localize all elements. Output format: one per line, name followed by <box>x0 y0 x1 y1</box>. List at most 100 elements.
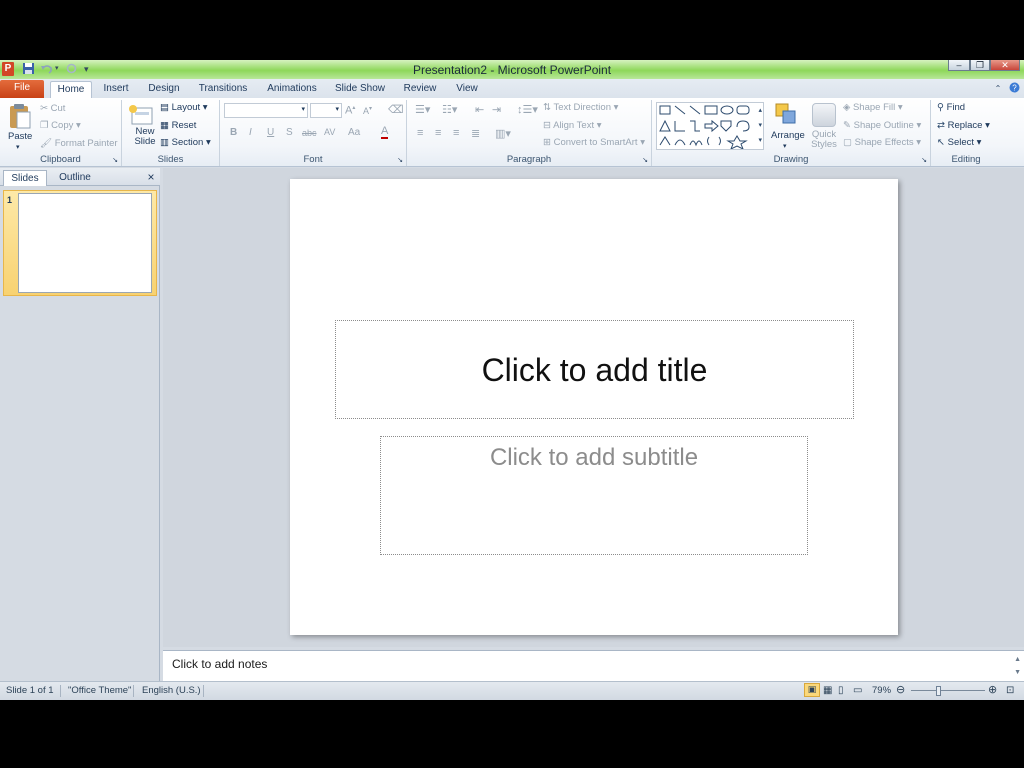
tab-review[interactable]: Review <box>399 81 441 98</box>
layout-button[interactable]: ▤ Layout ▾ <box>160 102 208 113</box>
language-status[interactable]: English (U.S.) <box>142 685 201 696</box>
align-left-icon[interactable]: ≡ <box>417 127 423 139</box>
tab-file[interactable]: File <box>0 80 44 98</box>
shrink-font-icon[interactable]: A▾ <box>363 105 372 116</box>
slide-show-view-icon[interactable]: ▭ <box>853 685 862 696</box>
layout-label: Layout <box>171 102 201 113</box>
line-spacing-icon[interactable]: ↕☰▾ <box>517 103 538 116</box>
arrange-dropdown-icon[interactable]: ▾ <box>783 142 787 150</box>
zoom-level[interactable]: 79% <box>872 685 891 696</box>
quick-styles-button[interactable]: Quick Styles <box>808 130 840 150</box>
font-size-dropdown-icon[interactable]: ▾ <box>335 105 339 113</box>
minimize-ribbon-icon[interactable]: ⌃ <box>992 81 1004 98</box>
notes-placeholder[interactable]: Click to add notes <box>172 657 267 671</box>
shape-fill-button[interactable]: ◈ Shape Fill ▾ <box>843 102 903 113</box>
section-button[interactable]: ▥ Section ▾ <box>160 137 211 148</box>
restore-button[interactable]: ❐ <box>970 60 990 71</box>
shape-fill-icon: ◈ <box>843 102 851 113</box>
zoom-slider-track[interactable] <box>911 690 985 691</box>
underline-button[interactable]: U <box>267 127 274 138</box>
increase-indent-icon[interactable]: ⇥ <box>492 103 501 116</box>
font-color-button[interactable]: A <box>381 126 389 139</box>
select-button[interactable]: ↖ Select ▾ <box>937 137 981 148</box>
columns-icon[interactable]: ▥▾ <box>495 127 511 140</box>
zoom-slider-thumb[interactable] <box>936 686 942 696</box>
font-name-dropdown-icon[interactable]: ▾ <box>301 105 305 113</box>
numbering-icon[interactable]: ☷▾ <box>442 103 457 116</box>
theme-status[interactable]: "Office Theme" <box>68 685 131 696</box>
tab-transitions[interactable]: Transitions <box>195 81 251 98</box>
slide-canvas[interactable]: Click to add title Click to add subtitle <box>290 179 898 635</box>
copy-button[interactable]: ❐ Copy ▾ <box>40 120 81 131</box>
minimize-button[interactable]: – <box>948 60 970 71</box>
shape-effects-button[interactable]: ▢ Shape Effects ▾ <box>843 137 921 148</box>
close-button[interactable]: ✕ <box>990 60 1020 71</box>
align-center-icon[interactable]: ≡ <box>435 127 441 139</box>
fit-to-window-icon[interactable]: ⊡ <box>1006 685 1014 696</box>
tab-outline-pane[interactable]: Outline <box>48 170 102 186</box>
grow-font-icon[interactable]: A▴ <box>345 104 355 117</box>
reading-view-icon[interactable]: ▯ <box>838 685 844 696</box>
slide-sorter-view-icon[interactable]: ▦ <box>823 685 832 696</box>
decrease-indent-icon[interactable]: ⇤ <box>475 103 484 116</box>
find-button[interactable]: ⚲ Find <box>937 102 965 113</box>
paste-button[interactable]: Paste <box>8 131 32 142</box>
powerpoint-window: P ▾ ▾ Presentation2 - Microsoft PowerPoi… <box>0 60 1024 700</box>
font-size-combo[interactable]: ▾ <box>310 103 342 118</box>
tab-animations[interactable]: Animations <box>262 81 322 98</box>
zoom-in-icon[interactable]: ⊕ <box>988 683 997 696</box>
tab-slide-show[interactable]: Slide Show <box>332 81 388 98</box>
replace-button[interactable]: ⇄ Replace ▾ <box>937 120 990 131</box>
status-separator <box>60 685 61 697</box>
notes-scrollbar[interactable]: ▲ ▼ <box>1014 653 1021 679</box>
slide-editing-area: Click to add title Click to add subtitle <box>163 168 1024 647</box>
close-pane-icon[interactable]: × <box>144 170 158 186</box>
convert-smartart-button[interactable]: ⊞ Convert to SmartArt ▾ <box>543 137 645 148</box>
arrange-button[interactable]: Arrange <box>771 130 805 141</box>
justify-icon[interactable]: ≣ <box>471 127 480 140</box>
tab-design[interactable]: Design <box>143 81 185 98</box>
arrange-icon[interactable] <box>774 102 800 131</box>
text-shadow-button[interactable]: S <box>286 127 293 138</box>
replace-label: Replace <box>947 120 983 131</box>
tab-slides-pane[interactable]: Slides <box>3 170 47 186</box>
shapes-gallery-scroll-icon[interactable]: ▴ ▾ ▾ <box>758 103 762 148</box>
strikethrough-button[interactable]: abc <box>302 128 317 138</box>
cut-button[interactable]: ✂ Cut <box>40 103 65 114</box>
tab-home[interactable]: Home <box>50 81 92 98</box>
italic-button[interactable]: I <box>249 127 252 138</box>
align-right-icon[interactable]: ≡ <box>453 127 459 139</box>
drawing-dialog-launcher-icon[interactable]: ↘ <box>921 156 927 164</box>
notes-pane[interactable]: Click to add notes ▲ ▼ <box>163 650 1024 681</box>
new-slide-button[interactable]: New Slide <box>130 127 160 147</box>
paste-icon[interactable] <box>8 102 32 133</box>
title-placeholder[interactable]: Click to add title <box>335 320 854 419</box>
font-dialog-launcher-icon[interactable]: ↘ <box>397 156 403 164</box>
character-spacing-button[interactable]: AV <box>324 127 335 137</box>
bullets-icon[interactable]: ☰▾ <box>415 103 430 116</box>
text-direction-button[interactable]: ⇅ Text Direction ▾ <box>543 102 618 113</box>
clipboard-dialog-launcher-icon[interactable]: ↘ <box>112 156 118 164</box>
editing-group: ⚲ Find ⇄ Replace ▾ ↖ Select ▾ Editing <box>931 100 1001 166</box>
paste-dropdown-icon[interactable]: ▾ <box>16 143 20 151</box>
tab-view[interactable]: View <box>451 81 483 98</box>
normal-view-icon[interactable]: ▣ <box>804 683 820 697</box>
shape-outline-button[interactable]: ✎ Shape Outline ▾ <box>843 120 921 131</box>
slides-pane: Slides Outline × 1 <box>0 168 160 681</box>
tab-insert[interactable]: Insert <box>98 81 134 98</box>
reset-button[interactable]: ▦ Reset <box>160 120 196 131</box>
slide-thumbnail[interactable] <box>18 193 152 293</box>
bold-button[interactable]: B <box>230 127 237 138</box>
align-text-button[interactable]: ⊟ Align Text ▾ <box>543 120 602 131</box>
slide-thumbnail-row[interactable]: 1 <box>3 190 157 296</box>
zoom-out-icon[interactable]: ⊖ <box>896 683 905 696</box>
font-name-combo[interactable]: ▾ <box>224 103 308 118</box>
format-painter-button[interactable]: 🖌 Format Painter <box>40 138 118 149</box>
quick-styles-icon[interactable] <box>812 103 836 127</box>
subtitle-placeholder[interactable]: Click to add subtitle <box>380 436 808 555</box>
help-icon[interactable]: ? <box>1008 82 1020 99</box>
change-case-button[interactable]: Aa <box>348 127 360 138</box>
clear-formatting-icon[interactable]: ⌫ <box>388 103 404 116</box>
paragraph-dialog-launcher-icon[interactable]: ↘ <box>642 156 648 164</box>
shapes-gallery[interactable]: ▴ ▾ ▾ <box>656 102 764 151</box>
